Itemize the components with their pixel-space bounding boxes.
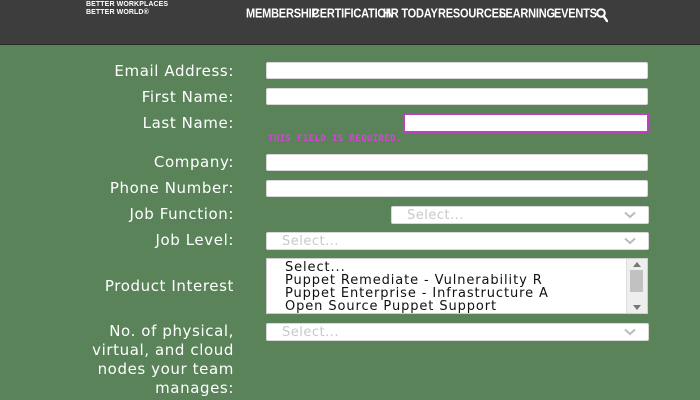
last-name-error: THIS FIELD IS REQUIRED.	[268, 134, 402, 144]
nodes-label-line2: virtual, and cloud	[92, 341, 234, 359]
listbox-scrollbar[interactable]	[626, 259, 647, 313]
nodes-label-line1: No. of physical,	[109, 322, 234, 340]
search-icon[interactable]	[596, 7, 608, 23]
chevron-down-icon	[624, 211, 636, 219]
scroll-down-icon[interactable]	[633, 305, 641, 310]
nodes-label-line4: manages:	[155, 379, 234, 397]
nav-resources[interactable]: RESOURCES	[438, 7, 506, 21]
job-function-placeholder: Select...	[407, 208, 465, 223]
job-level-select[interactable]: Select...	[266, 232, 649, 250]
email-label: Email Address:	[114, 62, 234, 80]
nav-certification[interactable]: CERTIFICATION	[312, 7, 394, 21]
job-function-label: Job Function:	[129, 205, 234, 223]
phone-field[interactable]	[266, 180, 648, 197]
scroll-up-icon[interactable]	[633, 262, 641, 267]
nav-events[interactable]: EVENTS	[554, 7, 597, 21]
nodes-select[interactable]: Select...	[266, 323, 649, 341]
chevron-down-icon	[624, 328, 636, 336]
product-interest-listbox[interactable]: Select... Puppet Remediate - Vulnerabili…	[266, 258, 648, 314]
list-item[interactable]: Open Source Puppet Support	[285, 299, 497, 313]
nav-membership[interactable]: MEMBERSHIP	[246, 7, 319, 21]
nodes-label-line3: nodes your team	[97, 360, 234, 378]
nodes-placeholder: Select...	[282, 325, 340, 340]
phone-label: Phone Number:	[109, 179, 234, 197]
nav-hr-today[interactable]: HR TODAY	[383, 7, 438, 21]
company-field[interactable]	[266, 154, 648, 171]
product-interest-label: Product Interest	[104, 277, 234, 295]
job-level-label: Job Level:	[155, 231, 234, 249]
brand-logo[interactable]: BETTER WORKPLACES BETTER WORLD®	[86, 1, 168, 17]
last-name-label: Last Name:	[142, 114, 234, 132]
job-function-select[interactable]: Select...	[391, 206, 649, 224]
job-level-placeholder: Select...	[282, 234, 340, 249]
company-label: Company:	[153, 153, 234, 171]
first-name-label: First Name:	[141, 88, 234, 106]
last-name-field[interactable]	[403, 113, 649, 133]
email-field[interactable]	[266, 62, 648, 79]
nav-learning[interactable]: LEARNING	[499, 7, 555, 21]
chevron-down-icon	[624, 237, 636, 245]
brand-tagline-line1: BETTER WORKPLACES	[86, 1, 169, 8]
brand-tagline-line2: BETTER WORLD®	[86, 9, 149, 16]
top-nav-bar: BETTER WORKPLACES BETTER WORLD® MEMBERSH…	[0, 0, 700, 45]
first-name-field[interactable]	[266, 88, 648, 105]
scroll-thumb[interactable]	[630, 270, 643, 292]
